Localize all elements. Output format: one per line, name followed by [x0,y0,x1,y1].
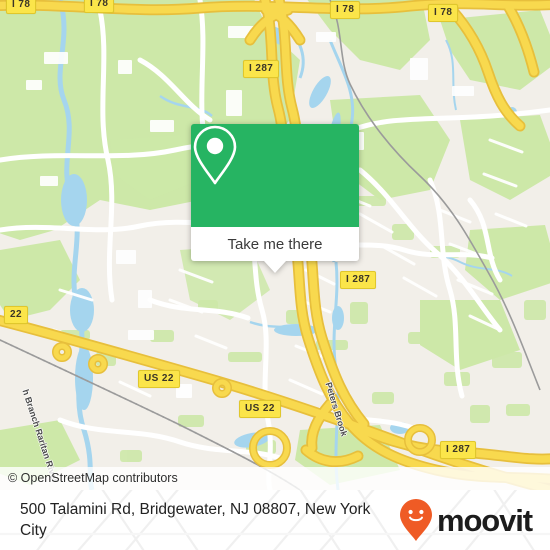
highway-shield: 22 [4,306,28,324]
moovit-map-screen: I 78 I 78 I 78 I 78 I 287 I 287 22 US 22… [0,0,550,550]
map-popup-card[interactable]: Take me there [191,124,359,273]
highway-shield: I 78 [428,4,459,22]
bottom-info-bar: 500 Talamini Rd, Bridgewater, NJ 08807, … [0,490,550,550]
highway-shield: I 287 [340,271,377,289]
highway-shield: I 287 [243,60,280,78]
popup-header [191,124,359,227]
moovit-smiley-pin-icon [399,499,432,541]
highway-shield: I 78 [6,0,37,14]
highway-shield: I 287 [440,441,477,459]
moovit-brand[interactable]: moovit [399,498,550,542]
highway-shield: I 78 [84,0,115,13]
take-me-there-label: Take me there [227,235,323,253]
highway-shield: US 22 [239,400,281,418]
moovit-wordmark: moovit [436,502,533,538]
take-me-there-button[interactable]: Take me there [191,227,359,261]
map-pin-icon [193,125,237,185]
popup-pointer-tail [264,261,286,273]
osm-attribution[interactable]: © OpenStreetMap contributors [0,467,550,490]
map-canvas[interactable]: I 78 I 78 I 78 I 78 I 287 I 287 22 US 22… [0,0,550,490]
highway-shield: I 78 [330,1,361,19]
highway-shield: US 22 [138,370,180,388]
address-text: 500 Talamini Rd, Bridgewater, NJ 08807, … [20,501,371,539]
